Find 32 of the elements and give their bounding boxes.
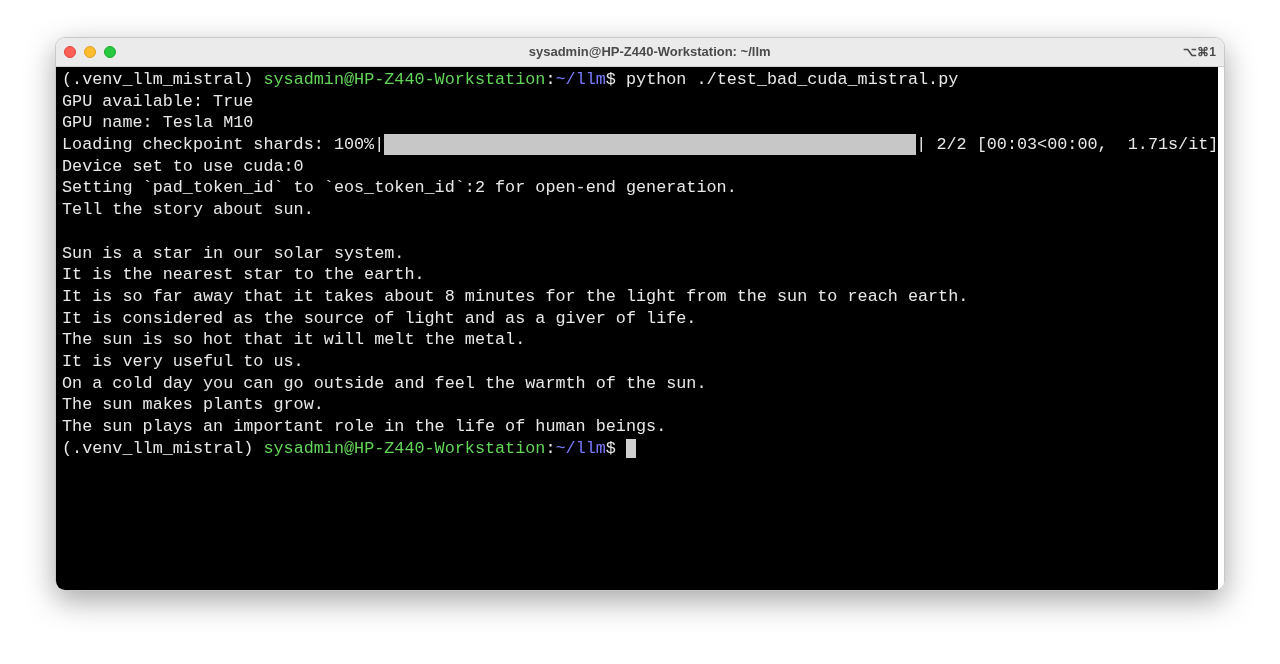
close-button[interactable]: [64, 46, 76, 58]
output-line: GPU name: Tesla M10: [62, 112, 254, 135]
output-line: The sun makes plants grow.: [62, 394, 324, 416]
output-line: It is considered as the source of light and as a giver of life.: [62, 307, 697, 330]
command-text: python ./test_bad_cuda_mistral.py: [626, 69, 959, 91]
venv-label: (.venv_llm_mistral): [62, 437, 255, 460]
user-host: sysadmin@HP-Z440-Workstation: [263, 69, 546, 91]
path-text: ~/llm: [555, 69, 606, 91]
zoom-button[interactable]: [104, 46, 116, 58]
user-host: sysadmin@HP-Z440-Workstation: [263, 437, 546, 460]
output-line: Setting `pad_token_id` to `eos_token_id`:2 for open-end generation.: [62, 177, 737, 200]
output-line: It is so far away that it takes about 8 minutes for the light from the sun to reach earth.: [62, 285, 969, 308]
output-line: GPU available: True: [62, 90, 254, 113]
progress-stats: | 2/2 [00:03<00:00, 1.71s/it]: [916, 134, 1219, 156]
colon-separator: :: [545, 69, 556, 91]
colon-separator: :: [545, 437, 556, 460]
shortcut-label: ⌥⌘1: [1183, 44, 1216, 61]
output-line: Device set to use cuda:0: [62, 155, 304, 178]
output-line: On a cold day you can go outside and feel the warmth of the sun.: [62, 372, 707, 395]
output-line: Tell the story about sun.: [62, 199, 314, 221]
output-line: It is the nearest star to the earth.: [62, 264, 425, 286]
prompt-symbol: $: [605, 437, 617, 460]
path-text: ~/llm: [555, 437, 606, 460]
minimize-button[interactable]: [84, 46, 96, 58]
window-title: sysadmin@HP-Z440-Workstation: ~/llm: [528, 43, 771, 62]
prompt-symbol: $: [605, 69, 617, 91]
output-line: It is very useful to us.: [62, 350, 304, 373]
output-line: The sun plays an important role in the life of human beings.: [62, 416, 667, 438]
venv-label: (.venv_llm_mistral): [62, 69, 255, 91]
output-line: The sun is so hot that it will melt the metal.: [62, 329, 526, 351]
progress-label: Loading checkpoint shards: 100%|: [62, 134, 385, 156]
output-line: Sun is a star in our solar system.: [62, 242, 405, 265]
